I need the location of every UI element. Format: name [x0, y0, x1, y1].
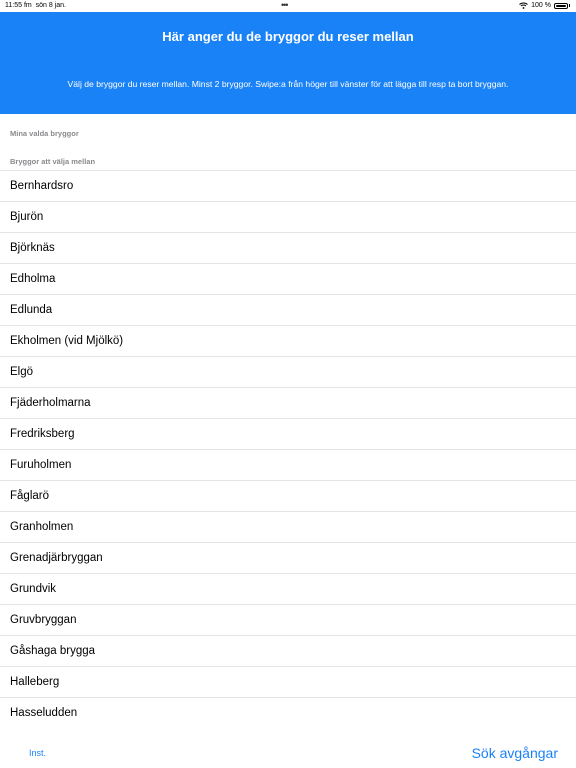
section-header-selected: Mina valda bryggor: [10, 129, 79, 138]
list-item-label: Bjurön: [10, 211, 44, 223]
list-item[interactable]: Bernhardsro: [0, 171, 576, 202]
list-item[interactable]: Ekholmen (vid Mjölkö): [0, 326, 576, 357]
list-item-label: Grundvik: [10, 583, 57, 595]
list-item[interactable]: Elgö: [0, 357, 576, 388]
page-instructions: Välj de bryggor du reser mellan. Minst 2…: [67, 79, 509, 89]
list-item[interactable]: Gruvbryggan: [0, 605, 576, 636]
list-item-label: Hasseludden: [10, 707, 78, 719]
list-item[interactable]: Grenadjärbryggan: [0, 543, 576, 574]
list-item-label: Elgö: [10, 366, 34, 378]
status-bar: 11:55 fm sön 8 jan. ••• 100 %: [0, 0, 576, 12]
header-banner: Här anger du de bryggor du reser mellan …: [0, 12, 576, 114]
date-text: sön 8 jan.: [35, 2, 66, 9]
list-item[interactable]: Fredriksberg: [0, 419, 576, 450]
list-item[interactable]: Bjurön: [0, 202, 576, 233]
list-item-label: Ekholmen (vid Mjölkö): [10, 335, 124, 347]
list-item[interactable]: Fjäderholmarna: [0, 388, 576, 419]
list-item[interactable]: Halleberg: [0, 667, 576, 698]
list-item[interactable]: Hasseludden: [0, 698, 576, 729]
list-item[interactable]: Gåshaga brygga: [0, 636, 576, 667]
list-item-label: Edlunda: [10, 304, 53, 316]
list-item-label: Gåshaga brygga: [10, 645, 96, 657]
list-item-label: Edholma: [10, 273, 56, 285]
bottom-toolbar: Inst. Sök avgångar: [0, 728, 576, 768]
time-text: 11:55 fm: [5, 2, 32, 9]
bridge-list: Bernhardsro Bjurön Björknäs Edholma Edlunda E…: [0, 170, 576, 729]
list-item[interactable]: Edholma: [0, 264, 576, 295]
list-item-label: Halleberg: [10, 676, 60, 688]
list-item-label: Fåglarö: [10, 490, 49, 502]
list-item[interactable]: Furuholmen: [0, 450, 576, 481]
list-item-label: Furuholmen: [10, 459, 72, 471]
status-time: 11:55 fm sön 8 jan.: [5, 2, 66, 9]
battery-icon: [554, 2, 568, 9]
list-item-label: Grenadjärbryggan: [10, 552, 103, 564]
list-item-label: Fjäderholmarna: [10, 397, 91, 409]
list-item[interactable]: Björknäs: [0, 233, 576, 264]
list-item[interactable]: Edlunda: [0, 295, 576, 326]
list-item-label: Bernhardsro: [10, 180, 74, 192]
list-item-label: Granholmen: [10, 521, 74, 533]
list-item[interactable]: Grundvik: [0, 574, 576, 605]
wifi-icon: [519, 2, 528, 9]
battery-cap: [569, 4, 570, 7]
multitasking-dots-icon[interactable]: •••: [281, 0, 289, 10]
list-item[interactable]: Fåglarö: [0, 481, 576, 512]
list-item-label: Gruvbryggan: [10, 614, 77, 626]
list-item-label: Björknäs: [10, 242, 55, 254]
page-title: Här anger du de bryggor du reser mellan: [162, 29, 414, 44]
battery-percent: 100 %: [531, 2, 551, 9]
section-header-choose: Bryggor att välja mellan: [10, 157, 96, 166]
settings-button[interactable]: Inst.: [29, 748, 46, 758]
search-departures-button[interactable]: Sök avgångar: [472, 745, 558, 761]
status-right: 100 %: [519, 2, 570, 9]
list-item-label: Fredriksberg: [10, 428, 75, 440]
list-item[interactable]: Granholmen: [0, 512, 576, 543]
